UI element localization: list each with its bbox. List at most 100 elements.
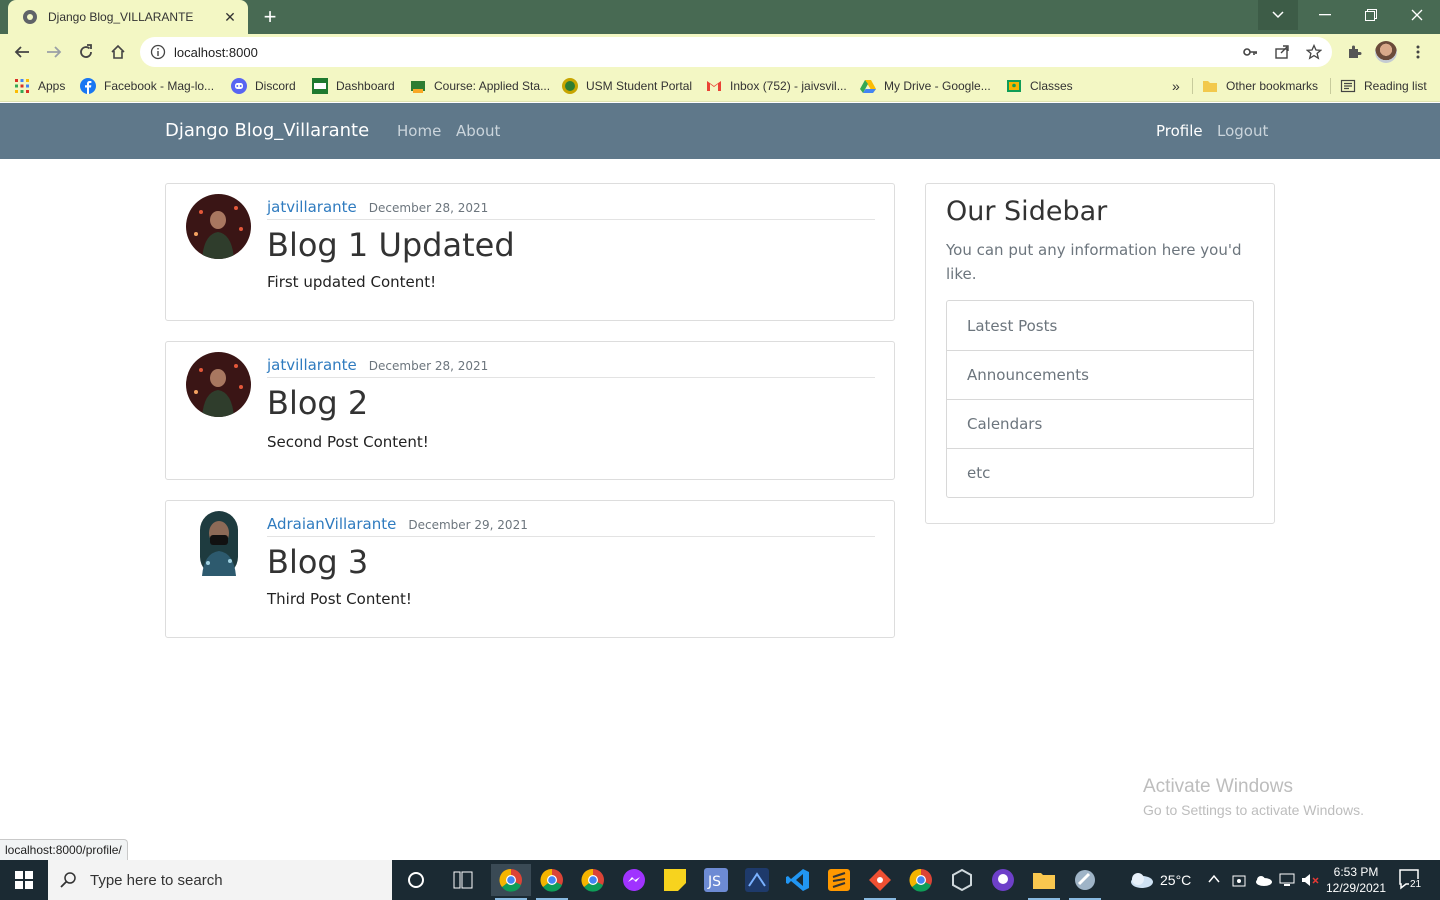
clock-date: 12/29/2021 (1325, 881, 1387, 895)
home-icon[interactable] (106, 40, 130, 64)
restore-icon[interactable] (1348, 0, 1394, 30)
watermark-subtitle: Go to Settings to activate Windows. (1143, 802, 1364, 818)
messenger-icon[interactable] (614, 864, 654, 896)
bookmark-facebook[interactable]: Facebook - Mag-lo... (80, 77, 214, 95)
url-text: localhost:8000 (174, 45, 258, 60)
git-icon[interactable] (860, 864, 900, 900)
meet-now-icon[interactable] (1231, 872, 1247, 888)
nav-about-link[interactable]: About (456, 122, 500, 140)
address-bar[interactable]: localhost:8000 (140, 37, 1332, 67)
taskbar-clock[interactable]: 6:53 PM 12/29/2021 (1322, 864, 1390, 896)
svg-text:JS: JS (707, 874, 721, 890)
bookmark-dashboard[interactable]: Dashboard (312, 77, 395, 95)
sidebar-list: Latest Posts Announcements Calendars etc (946, 300, 1254, 498)
post-author-link[interactable]: jatvillarante (267, 198, 357, 216)
post-title-link[interactable]: Blog 2 (267, 384, 368, 422)
forward-icon[interactable] (42, 40, 66, 64)
post-date: December 28, 2021 (368, 201, 489, 215)
profile-avatar[interactable] (1375, 41, 1397, 63)
post-author-link[interactable]: AdraianVillarante (267, 515, 396, 533)
chrome-alt-icon[interactable] (573, 864, 613, 896)
file-explorer-icon[interactable] (1024, 864, 1064, 900)
bookmark-other[interactable]: Other bookmarks (1202, 77, 1318, 95)
bookmark-discord[interactable]: Discord (231, 77, 296, 95)
more-bookmarks-chevron-icon[interactable]: » (1172, 77, 1180, 95)
chevron-up-icon[interactable] (1208, 874, 1220, 884)
browser-tab[interactable]: Django Blog_VILLARANTE ✕ (8, 0, 248, 34)
bookmarks-divider (1192, 78, 1193, 94)
bookmark-drive[interactable]: My Drive - Google... (860, 77, 991, 95)
github-icon[interactable] (983, 864, 1023, 896)
post-card: jatvillarante December 28, 2021 Blog 1 U… (165, 183, 895, 321)
extensions-icon[interactable] (1346, 44, 1362, 60)
app-icon[interactable] (737, 864, 777, 896)
usm-portal-icon (562, 78, 578, 94)
weather-cloud-icon[interactable] (1128, 871, 1154, 889)
close-window-icon[interactable] (1394, 0, 1440, 30)
share-icon[interactable] (1274, 44, 1290, 60)
drive-icon (860, 80, 876, 93)
nav-profile-link[interactable]: Profile (1156, 122, 1203, 140)
virtualbox-icon[interactable] (942, 864, 982, 896)
bookmark-course[interactable]: Course: Applied Sta... (410, 77, 550, 95)
course-icon (411, 81, 425, 93)
onedrive-icon[interactable] (1254, 874, 1272, 886)
chrome-profile-icon[interactable] (532, 864, 572, 900)
task-view-icon[interactable] (443, 864, 483, 896)
sidebar-item-etc[interactable]: etc (947, 448, 1253, 497)
chrome-extra-icon[interactable] (901, 864, 941, 896)
cortana-icon[interactable] (396, 864, 436, 896)
globe-icon (23, 10, 37, 24)
sidebar-item-calendars[interactable]: Calendars (947, 399, 1253, 448)
author-avatar (186, 352, 251, 417)
tab-title: Django Blog_VILLARANTE (48, 10, 194, 24)
taskbar-search-input[interactable]: Type here to search (48, 860, 392, 900)
temperature: 25°C (1160, 872, 1192, 888)
classroom-icon (1007, 80, 1021, 92)
link-status-bubble: localhost:8000/profile/ (0, 839, 128, 860)
sidebar-item-announcements[interactable]: Announcements (947, 350, 1253, 399)
python-app-icon[interactable] (1065, 864, 1105, 900)
notification-center-icon[interactable]: 21 (1398, 868, 1423, 892)
minimize-icon[interactable] (1302, 0, 1348, 30)
author-avatar (186, 511, 251, 576)
watermark-title: Activate Windows (1143, 776, 1293, 797)
post-meta: jatvillarante December 28, 2021 (267, 198, 875, 220)
key-icon[interactable] (1242, 44, 1258, 60)
close-tab-icon[interactable]: ✕ (222, 9, 238, 26)
sticky-notes-icon[interactable] (655, 864, 695, 896)
back-icon[interactable] (10, 40, 34, 64)
vscode-icon[interactable] (778, 864, 818, 896)
new-tab-icon[interactable]: + (258, 6, 282, 30)
bookmarks-divider (1330, 78, 1331, 94)
post-title-link[interactable]: Blog 3 (267, 543, 368, 581)
bookmark-apps[interactable]: Apps (14, 77, 65, 95)
volume-muted-icon[interactable] (1300, 872, 1320, 888)
reload-icon[interactable] (74, 40, 98, 64)
site-brand-link[interactable]: Django Blog_Villarante (165, 120, 369, 141)
sidebar-title: Our Sidebar (946, 196, 1108, 227)
windows-start-icon[interactable] (0, 860, 48, 900)
xampp-icon[interactable]: JS (696, 864, 736, 896)
nav-logout-link[interactable]: Logout (1217, 122, 1268, 140)
bookmark-gmail[interactable]: Inbox (752) - jaivsvil... (706, 77, 847, 95)
post-author-link[interactable]: jatvillarante (267, 356, 357, 374)
apps-grid-icon (15, 79, 29, 93)
nav-home-link[interactable]: Home (397, 122, 441, 140)
sidebar-item-latest-posts[interactable]: Latest Posts (947, 301, 1253, 350)
sublime-icon[interactable] (819, 864, 859, 896)
tab-search-icon[interactable] (1258, 0, 1298, 30)
site-info-icon[interactable] (150, 44, 166, 60)
network-icon[interactable] (1278, 872, 1296, 888)
bookmark-classes[interactable]: Classes (1006, 77, 1073, 95)
menu-dots-icon[interactable] (1410, 44, 1426, 60)
activate-windows-watermark: Activate Windows Go to Settings to activ… (1143, 776, 1364, 818)
post-date: December 29, 2021 (408, 518, 528, 532)
bookmark-usm-portal[interactable]: USM Student Portal (562, 77, 692, 95)
folder-icon (1203, 81, 1217, 92)
chrome-taskbar-icon[interactable] (491, 864, 531, 900)
reading-list[interactable]: Reading list (1340, 77, 1427, 95)
site-navbar: Django Blog_Villarante Home About Profil… (0, 103, 1440, 159)
star-icon[interactable] (1306, 44, 1322, 60)
post-title-link[interactable]: Blog 1 Updated (267, 226, 515, 264)
